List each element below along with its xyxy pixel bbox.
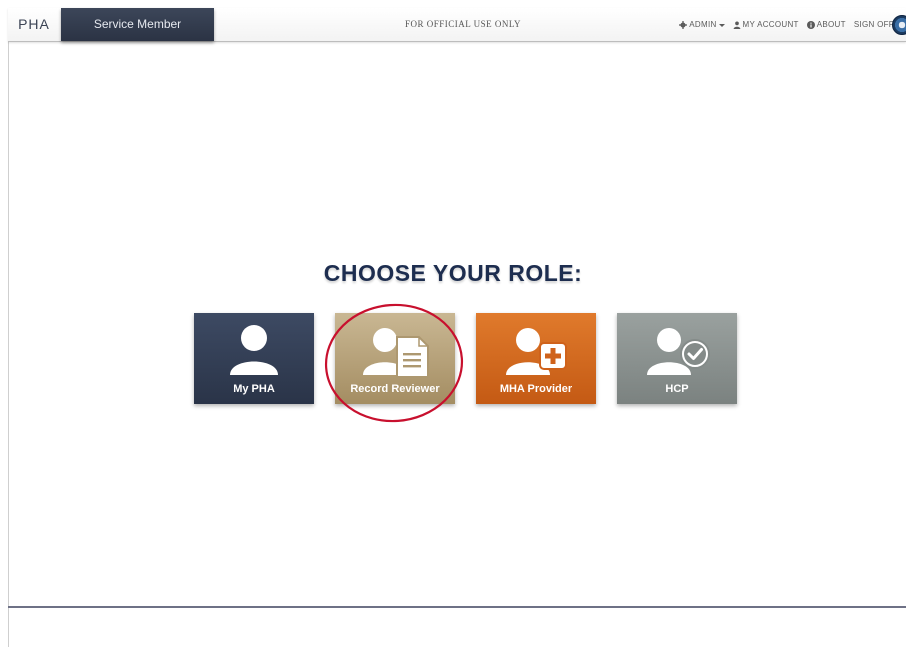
- footer-divider: [8, 606, 906, 608]
- role-label: MHA Provider: [499, 383, 573, 395]
- my-account-label: MY ACCOUNT: [742, 20, 799, 29]
- top-nav-bar: PHA Service Member FOR OFFICIAL USE ONLY…: [8, 8, 906, 42]
- page-border: [8, 8, 9, 647]
- classification-banner: FOR OFFICIAL USE ONLY: [404, 19, 522, 29]
- role-card-mha-provider[interactable]: MHA Provider: [476, 313, 596, 404]
- role-card-record-reviewer[interactable]: Record Reviewer: [335, 313, 455, 404]
- page: PHA Service Member FOR OFFICIAL USE ONLY…: [0, 0, 906, 647]
- role-label: HCP: [665, 383, 689, 395]
- user-icon: [733, 21, 740, 29]
- my-account-link[interactable]: MY ACCOUNT: [733, 20, 799, 29]
- page-heading: CHOOSE YOUR ROLE:: [323, 260, 583, 286]
- caret-down-icon: [718, 23, 725, 27]
- admin-menu[interactable]: ADMIN: [679, 20, 725, 29]
- role-card-my-pha[interactable]: My PHA: [194, 313, 314, 404]
- admin-label: ADMIN: [689, 20, 717, 29]
- seal-logo: [892, 15, 906, 35]
- role-card-hcp[interactable]: HCP: [617, 313, 737, 404]
- account-nav: ADMIN MY ACCOUNT ABOUT SIGN OFF: [679, 8, 894, 41]
- gear-icon: [679, 20, 688, 29]
- sign-off-label: SIGN OFF: [853, 20, 894, 29]
- role-label: My PHA: [233, 383, 275, 395]
- role-label: Record Reviewer: [350, 383, 440, 395]
- about-link[interactable]: ABOUT: [806, 20, 846, 29]
- about-label: ABOUT: [816, 20, 846, 29]
- sign-off-link[interactable]: SIGN OFF: [854, 20, 894, 29]
- active-role-tab[interactable]: Service Member: [61, 8, 214, 41]
- app-brand[interactable]: PHA: [8, 8, 60, 41]
- info-icon: [806, 20, 815, 29]
